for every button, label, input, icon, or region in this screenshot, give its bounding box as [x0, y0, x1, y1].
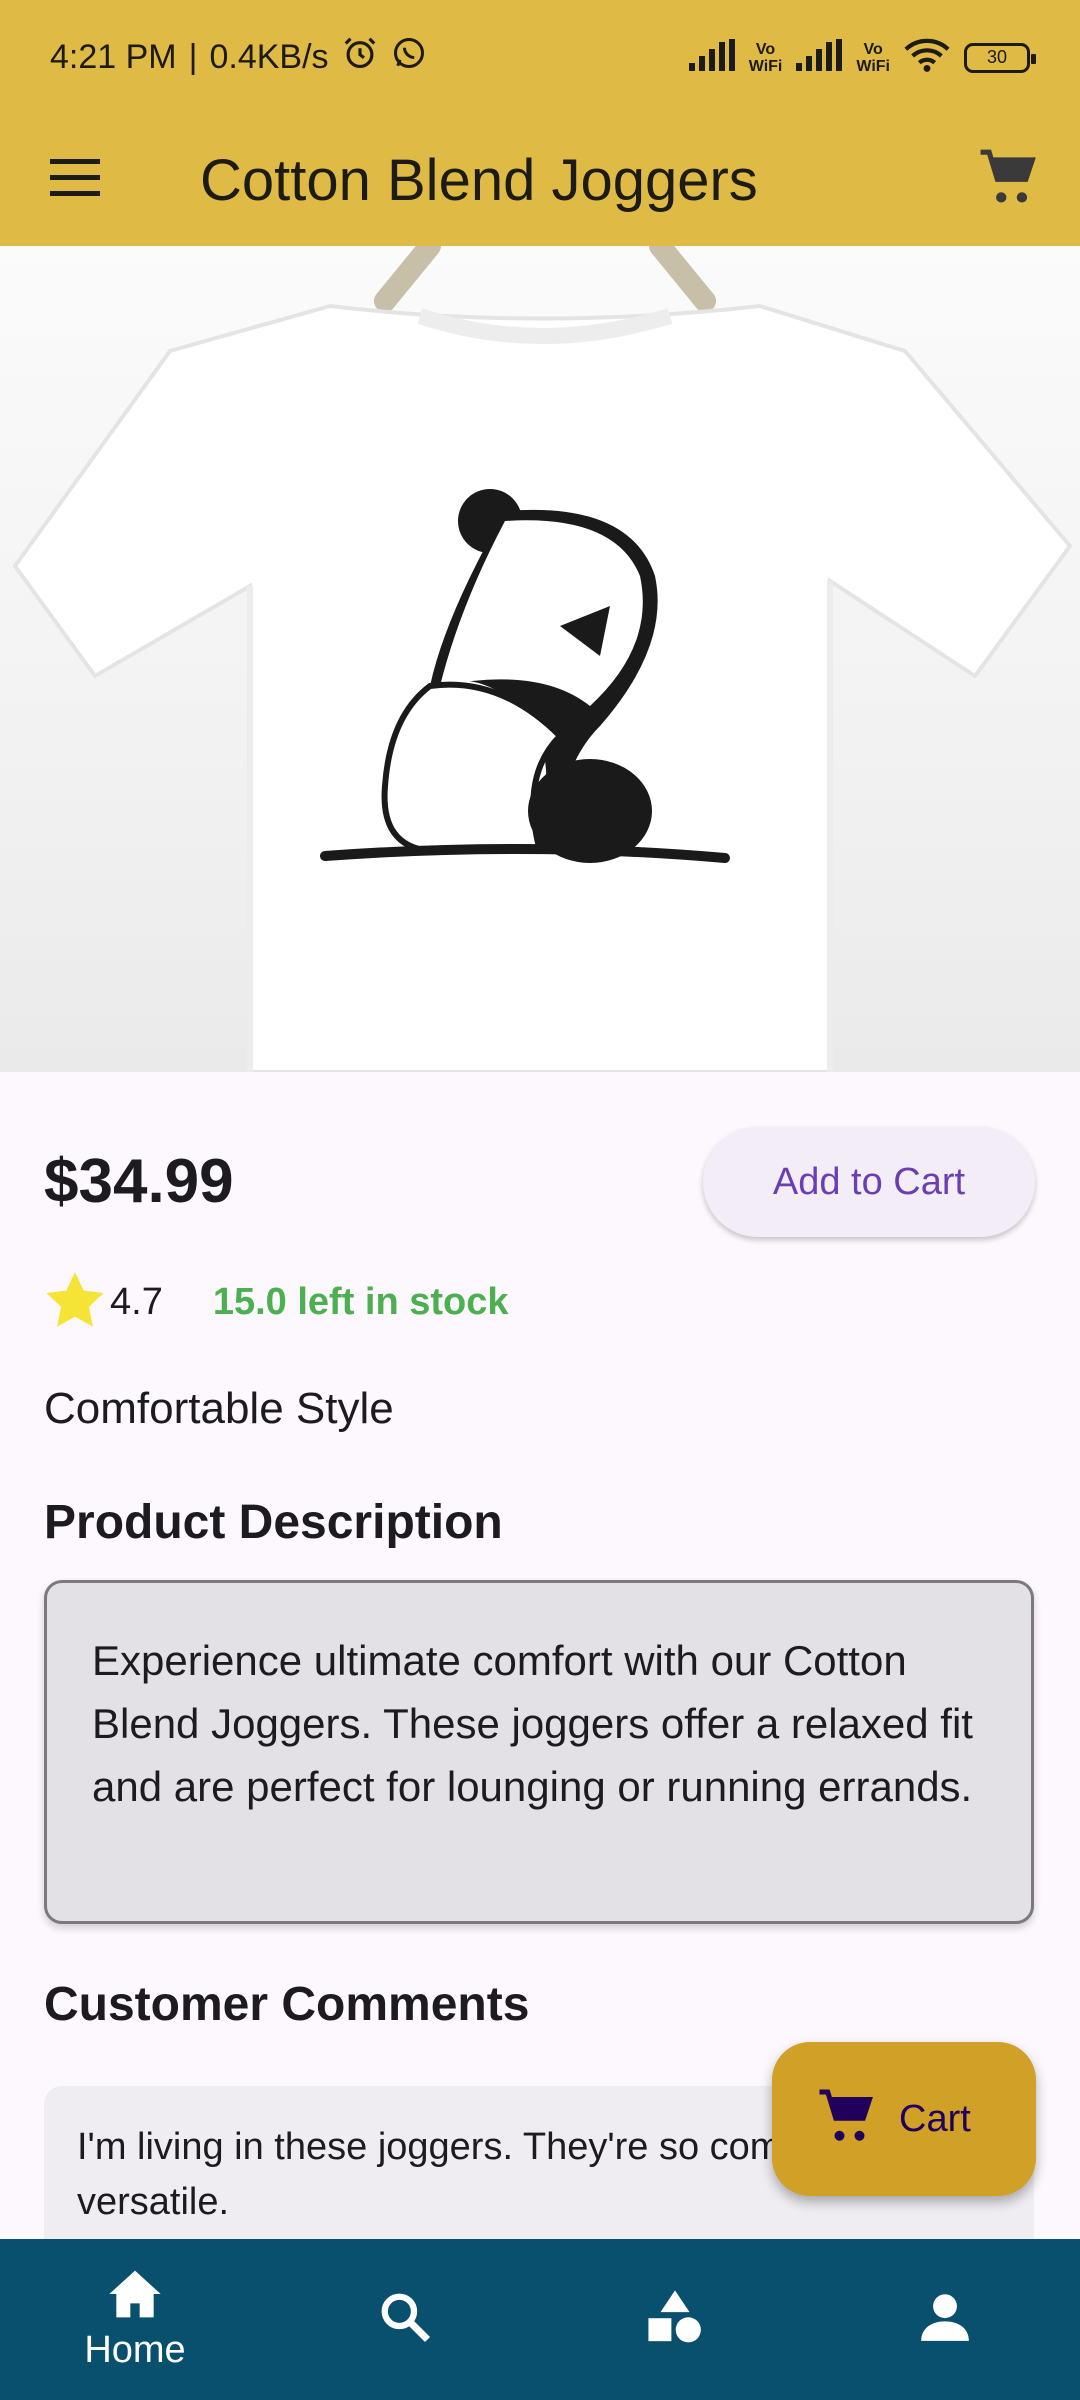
- sim1-label-bottom: WiFi: [748, 57, 783, 75]
- menu-icon[interactable]: [48, 157, 104, 204]
- nav-item-home[interactable]: Home: [0, 2239, 270, 2400]
- description-text: Experience ultimate comfort with our Cot…: [92, 1637, 973, 1810]
- sim2-label-top: Vo: [863, 40, 883, 58]
- star-icon: [46, 1272, 104, 1333]
- bottom-nav: Home: [0, 2239, 1080, 2400]
- search-icon: [378, 2290, 432, 2349]
- stock-status: 15.0 left in stock: [212, 1281, 509, 1323]
- cart-fab-label: Cart: [899, 2097, 971, 2140]
- app-bar: Cotton Blend Joggers: [0, 115, 1080, 246]
- sim1-label-top: Vo: [755, 40, 776, 58]
- product-subtitle: Comfortable Style: [44, 1384, 394, 1433]
- categories-icon: [646, 2288, 704, 2351]
- alarm-icon: [341, 34, 379, 81]
- sim1-label: Vo WiFi: [749, 41, 783, 75]
- cart-icon: [817, 2087, 877, 2152]
- status-separator: |: [188, 38, 198, 76]
- cart-icon[interactable]: [978, 147, 1040, 214]
- battery-level: 30: [986, 47, 1008, 67]
- screen: 4:21 PM | 0.4KB/s Vo WiFi Vo WiFi 30 Cot…: [0, 0, 1080, 2400]
- signal-icon: [796, 39, 843, 76]
- add-to-cart-button[interactable]: Add to Cart: [703, 1127, 1035, 1237]
- rating-row: 4.7 15.0 left in stock: [46, 1272, 509, 1333]
- product-image: [0, 246, 1080, 1072]
- rating-value: 4.7: [110, 1281, 163, 1323]
- nav-item-categories[interactable]: [540, 2239, 810, 2400]
- description-heading: Product Description: [44, 1496, 503, 1549]
- signal-icon: [688, 39, 735, 76]
- comments-heading: Customer Comments: [44, 1978, 530, 2031]
- sim2-label: Vo WiFi: [856, 41, 890, 75]
- nav-label-home: Home: [84, 2328, 186, 2371]
- sim2-label-bottom: WiFi: [856, 57, 890, 75]
- status-time: 4:21 PM: [50, 38, 177, 76]
- status-speed: 0.4KB/s: [209, 38, 329, 76]
- profile-icon: [919, 2291, 971, 2348]
- product-price: $34.99: [44, 1147, 234, 1216]
- whatsapp-icon: [391, 35, 427, 80]
- cart-fab-button[interactable]: Cart: [772, 2042, 1036, 2196]
- battery-icon: 30: [964, 42, 1036, 73]
- nav-item-search[interactable]: [270, 2239, 540, 2400]
- status-right: Vo WiFi Vo WiFi 30: [688, 37, 1036, 78]
- home-icon: [107, 2268, 163, 2325]
- description-box: Experience ultimate comfort with our Cot…: [44, 1580, 1034, 1924]
- status-left: 4:21 PM | 0.4KB/s: [50, 34, 427, 81]
- page-title: Cotton Blend Joggers: [200, 148, 758, 213]
- status-bar: 4:21 PM | 0.4KB/s Vo WiFi Vo WiFi 30: [0, 0, 1080, 115]
- nav-item-profile[interactable]: [810, 2239, 1080, 2400]
- wifi-icon: [904, 37, 950, 78]
